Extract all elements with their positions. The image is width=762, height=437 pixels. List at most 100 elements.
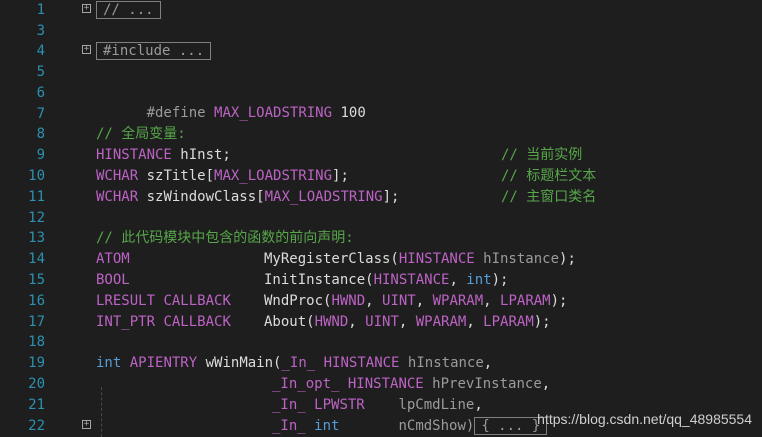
line-number: 21 xyxy=(28,397,45,413)
code-text: , xyxy=(474,397,483,413)
collapsed-region[interactable]: // ... xyxy=(96,1,161,19)
line-number: 13 xyxy=(28,230,45,246)
line-number: 15 xyxy=(28,272,45,288)
type-name: HWND xyxy=(331,293,366,309)
indent-guide xyxy=(101,387,102,437)
code-line: 5 xyxy=(0,62,762,82)
parameter-name: lpCmdLine xyxy=(398,397,475,413)
code-line: + #include ... xyxy=(0,41,762,61)
code-line: 11 WCHAR szWindowClass[MAX_LOADSTRING]; … xyxy=(0,187,762,207)
code-text: , xyxy=(483,355,493,371)
code-editor[interactable]: 1 + // ... 3 4 + #include ... 5 6 #defin… xyxy=(0,0,762,437)
code-text: , xyxy=(449,272,467,288)
macro-name: CALLBACK xyxy=(163,314,231,330)
code-line: 17 INT_PTR CALLBACK About(HWND, UINT, WP… xyxy=(0,312,762,332)
collapsed-region[interactable]: #include ... xyxy=(96,42,212,60)
type-name: UINT xyxy=(382,293,416,309)
line-number: 3 xyxy=(36,23,45,39)
macro-name: CALLBACK xyxy=(163,293,231,309)
code-line: 19 int APIENTRY wWinMain(_In_ HINSTANCE … xyxy=(0,353,762,373)
code-text: , xyxy=(541,376,551,392)
type-name: WPARAM xyxy=(415,314,467,330)
code-text: ]; xyxy=(332,168,349,184)
watermark: https://blog.csdn.net/qq_48985554 xyxy=(537,411,752,427)
type-name: HINSTANCE xyxy=(373,272,450,288)
code-text: szWindowClass[ xyxy=(138,189,265,205)
code-line: 16 LRESULT CALLBACK WndProc(HWND, UINT, … xyxy=(0,291,762,311)
line-number: 17 xyxy=(28,314,45,330)
function-name: About( xyxy=(264,314,315,330)
code-text: ); xyxy=(533,314,551,330)
line-number: 9 xyxy=(36,147,45,163)
type-name: WCHAR xyxy=(96,189,139,205)
code-text: hInst; xyxy=(171,147,231,163)
type-name: ATOM xyxy=(96,251,130,267)
code-text: ); xyxy=(491,272,509,288)
parameter-name: hInstance xyxy=(474,251,560,267)
type-name: HINSTANCE xyxy=(96,147,172,163)
line-number: 1 xyxy=(36,2,45,18)
type-name: BOOL xyxy=(96,272,130,288)
line-number: 14 xyxy=(28,251,45,267)
parameter-name: hPrevInstance xyxy=(432,376,542,392)
type-name: LRESULT xyxy=(96,293,156,309)
comment: // 主窗口类名 xyxy=(501,189,597,205)
keyword: int xyxy=(96,355,122,371)
code-line: 14 ATOM MyRegisterClass(HINSTANCE hInsta… xyxy=(0,249,762,269)
function-name: InitInstance( xyxy=(264,272,374,288)
code-line: 10 WCHAR szTitle[MAX_LOADSTRING]; // 标题栏… xyxy=(0,166,762,186)
type-name: WPARAM xyxy=(432,293,484,309)
line-number: 12 xyxy=(28,210,45,226)
code-text: ); xyxy=(550,293,568,309)
code-line: 12 xyxy=(0,208,762,228)
code-text: ); xyxy=(559,251,576,267)
type-name: LPARAM xyxy=(500,293,551,309)
code-line: 9 HINSTANCE hInst; // 当前实例 xyxy=(0,145,762,165)
macro-name: APIENTRY xyxy=(129,355,198,371)
line-number: 5 xyxy=(36,64,45,80)
function-name: wWinMain( xyxy=(197,355,282,371)
type-name: HINSTANCE xyxy=(323,355,400,371)
keyword: int xyxy=(466,272,492,288)
line-number: 7 xyxy=(36,106,45,122)
code-line: 15 BOOL InitInstance(HINSTANCE, int); xyxy=(0,270,762,290)
line-number: 16 xyxy=(28,293,45,309)
annotation: _In_ xyxy=(281,355,316,371)
line-number: 6 xyxy=(36,85,45,101)
line-number: 19 xyxy=(28,355,45,371)
annotation: _In_ xyxy=(272,418,306,434)
code-line: 20 _In_opt_ HINSTANCE hPrevInstance, xyxy=(0,374,762,394)
code-line: 8 // 全局变量: xyxy=(0,124,762,144)
code-line: 13 // 此代码模块中包含的函数的前向声明: xyxy=(0,228,762,248)
code-text: ]; xyxy=(382,189,400,205)
line-number: 11 xyxy=(28,189,45,205)
comment: // 标题栏文本 xyxy=(501,168,597,184)
line-number: 8 xyxy=(36,126,45,142)
macro-name: MAX_LOADSTRING xyxy=(214,168,333,184)
type-name: WCHAR xyxy=(96,168,139,184)
function-name: MyRegisterClass( xyxy=(264,251,399,267)
code-line: 1 + // ... xyxy=(0,0,762,20)
type-name: LPARAM xyxy=(483,314,534,330)
code-line: 18 xyxy=(0,332,762,352)
parameter-name: hInstance xyxy=(407,355,484,371)
type-name: UINT xyxy=(365,314,399,330)
line-number: 22 xyxy=(28,418,45,434)
expand-icon[interactable]: + xyxy=(82,45,91,54)
type-name: HWND xyxy=(314,314,349,330)
code-line: 7 xyxy=(0,104,762,124)
function-name: WndProc( xyxy=(264,293,332,309)
annotation: _In_ xyxy=(272,397,306,413)
comment: // 此代码模块中包含的函数的前向声明: xyxy=(96,230,354,246)
type-name: INT_PTR xyxy=(96,314,156,330)
code-text: szTitle[ xyxy=(138,168,215,184)
expand-icon[interactable]: + xyxy=(82,420,91,429)
line-number: 20 xyxy=(28,376,45,392)
line-number: 18 xyxy=(28,334,45,350)
keyword: int xyxy=(314,418,340,434)
type-name: HINSTANCE xyxy=(347,376,424,392)
expand-icon[interactable]: + xyxy=(82,4,91,13)
annotation: _In_opt_ xyxy=(272,376,340,392)
comment: // 全局变量: xyxy=(96,126,186,142)
parameter-name: nCmdShow) xyxy=(398,418,475,434)
